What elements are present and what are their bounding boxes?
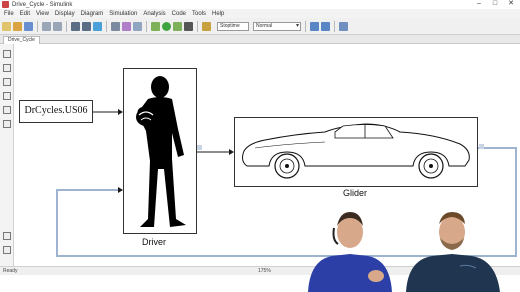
model-explorer-icon[interactable] [133,21,142,31]
toolbar-separator [66,20,67,32]
toolbar-separator [334,20,335,32]
back-arrow-icon[interactable] [71,21,80,31]
car-drawing-image [242,123,470,179]
run-icon[interactable] [162,21,171,31]
data-inspector-icon[interactable] [202,21,211,31]
menu-analysis[interactable]: Analysis [143,11,165,17]
glider-block-label: Glider [343,188,368,198]
toolbar-separator [197,20,198,32]
menu-diagram[interactable]: Diagram [81,11,104,17]
status-text: Ready [3,268,18,274]
step-back-icon[interactable] [151,21,160,31]
annotation-icon[interactable] [3,92,11,100]
menu-file[interactable]: File [4,11,14,17]
model-browser-icon[interactable] [3,232,11,240]
redo-icon[interactable] [53,21,62,31]
fit-view-icon[interactable] [3,64,11,72]
menu-tools[interactable]: Tools [192,11,206,17]
step-forward-icon[interactable] [173,21,182,31]
model-advisor-icon[interactable] [321,21,330,31]
simulation-mode-select[interactable]: Normal [253,21,301,31]
toolbar-separator [305,20,306,32]
driver-silhouette-image [136,76,186,227]
title-bar: Drive_Cycle - Simulink – □ ✕ [0,0,520,9]
minimize-icon[interactable]: – [472,0,486,8]
hide-palette-icon[interactable] [3,246,11,254]
menu-code[interactable]: Code [172,11,186,17]
image-icon[interactable] [3,106,11,114]
save-icon[interactable] [24,21,33,31]
menu-simulation[interactable]: Simulation [109,11,137,17]
tab-drive-cycle[interactable]: Drive_Cycle [3,36,40,44]
simulink-app-icon [2,1,9,8]
toolbar-separator [37,20,38,32]
menu-view[interactable]: View [36,11,49,17]
toolbar-separator [146,20,147,32]
driver-block-label: Driver [142,237,166,247]
forward-arrow-icon[interactable] [82,21,91,31]
glider-block[interactable] [234,117,478,187]
maximize-icon[interactable]: □ [488,0,502,8]
menu-bar: File Edit View Display Diagram Simulatio… [0,9,520,18]
toolbar-separator [106,20,107,32]
area-icon[interactable] [3,120,11,128]
presenters-image [308,212,500,292]
debug-icon[interactable] [310,21,319,31]
open-folder-icon[interactable] [13,21,22,31]
menu-display[interactable]: Display [55,11,75,17]
zoom-in-icon[interactable] [3,50,11,58]
zoom-level: 175% [258,268,271,274]
left-palette [0,44,14,266]
settings-gear-icon[interactable] [111,21,120,31]
menu-help[interactable]: Help [212,11,224,17]
drive-cycle-source-block[interactable]: DrCycles.US06 [19,100,93,123]
close-icon[interactable]: ✕ [504,0,518,8]
new-model-icon[interactable] [2,21,11,31]
library-browser-icon[interactable] [122,21,131,31]
window-controls: – □ ✕ [472,0,518,8]
up-level-icon[interactable] [93,21,102,31]
menu-edit[interactable]: Edit [20,11,30,17]
zoom-out-icon[interactable] [3,78,11,86]
undo-icon[interactable] [42,21,51,31]
stop-icon[interactable] [184,21,193,31]
window-title: Drive_Cycle - Simulink [12,1,73,8]
model-tab-bar: Drive_Cycle [0,35,520,44]
stop-time-field[interactable]: Stoptime [217,21,249,31]
view-options-icon[interactable] [339,21,348,31]
presenter-video-overlay [288,204,520,292]
driver-block[interactable] [123,68,197,234]
toolbar: Stoptime Normal [0,18,520,35]
